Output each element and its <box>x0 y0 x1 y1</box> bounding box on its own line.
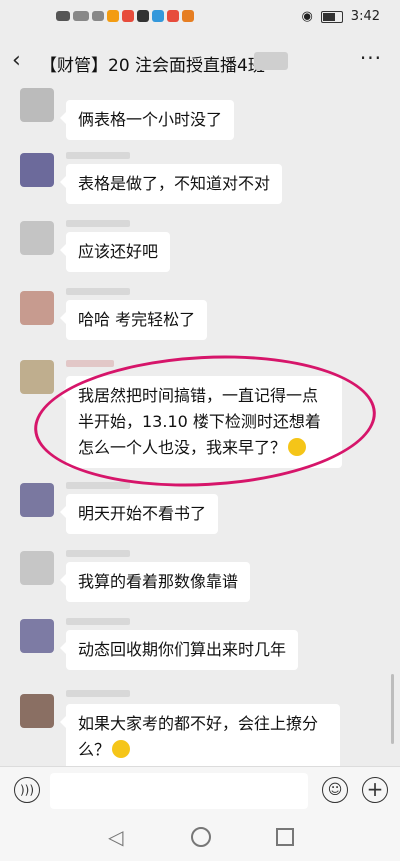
message-bubble[interactable]: 表格是做了，不知道对不对 <box>59 164 283 204</box>
sender-name-blurred <box>66 618 130 625</box>
avatar[interactable] <box>20 619 54 653</box>
status-time: 3:42 <box>350 9 380 24</box>
wifi-icon <box>92 11 104 21</box>
laugh-cry-emoji-icon <box>112 740 131 758</box>
message-bubble[interactable]: 哈哈 考完轻松了 <box>59 300 208 340</box>
message-input[interactable] <box>50 773 308 809</box>
battery-icon <box>320 10 343 23</box>
sender-name-blurred <box>66 152 130 159</box>
message-bubble[interactable]: 我算的看着那数像靠谱 <box>59 562 251 602</box>
laugh-cry-emoji-icon <box>288 438 307 456</box>
chevron-left-icon[interactable]: ‹ <box>12 48 21 73</box>
message-bubble[interactable]: 明天开始不看书了 <box>59 494 219 534</box>
circle-home-icon[interactable] <box>191 827 211 847</box>
avatar[interactable] <box>20 694 54 728</box>
avatar[interactable] <box>20 483 54 517</box>
sender-name-blurred <box>66 482 130 489</box>
sender-name-blurred <box>66 550 130 557</box>
eye-comfort-icon: ◉ <box>301 9 313 24</box>
avatar[interactable] <box>20 153 54 187</box>
status-bar: ◉ 3:42 <box>0 0 400 34</box>
message-bubble[interactable]: 我居然把时间搞错，一直记得一点半开始，13.10 楼下检测时还想着怎么一个人也没… <box>60 376 342 468</box>
message-bubble[interactable]: 俩表格一个小时没了 <box>59 100 235 140</box>
chat-header: ‹ 【财管】20 注会面授直播4班 ··· <box>0 36 400 89</box>
message-input-bar: ))) ☺ + <box>0 766 400 815</box>
weibo-icon <box>182 10 194 22</box>
more-options-button[interactable]: ··· <box>360 46 382 70</box>
square-recents-icon[interactable] <box>276 828 294 846</box>
app-notification-icon <box>152 10 164 22</box>
app-notification-icon <box>137 10 149 22</box>
sender-name-blurred <box>66 220 130 227</box>
message-bubble[interactable]: 动态回收期你们算出来时几年 <box>59 630 299 670</box>
app-notification-icon <box>167 10 179 22</box>
avatar[interactable] <box>20 360 54 394</box>
sender-name-blurred <box>66 690 130 697</box>
blurred-title-suffix <box>254 52 288 70</box>
message-bubble[interactable]: 应该还好吧 <box>59 232 171 272</box>
emoji-icon[interactable]: ☺ <box>322 777 348 803</box>
chat-title: 【财管】20 注会面授直播4班 <box>40 56 265 76</box>
triangle-back-icon[interactable]: ◁ <box>108 825 123 849</box>
system-navigation-bar: ◁ <box>0 815 400 861</box>
signal-icon <box>73 11 89 21</box>
app-notification-icon <box>107 10 119 22</box>
avatar[interactable] <box>20 551 54 585</box>
message-list[interactable]: 俩表格一个小时没了 表格是做了，不知道对不对 应该还好吧 哈哈 考完轻松了 我居… <box>0 88 400 766</box>
hd-icon <box>56 11 70 21</box>
avatar[interactable] <box>20 291 54 325</box>
sender-name-blurred <box>66 288 130 295</box>
avatar[interactable] <box>20 88 54 122</box>
message-bubble[interactable]: 如果大家考的都不好，会往上撩分么？ <box>60 704 340 766</box>
message-text: 我居然把时间搞错，一直记得一点半开始，13.10 楼下检测时还想着怎么一个人也没… <box>78 386 321 457</box>
avatar[interactable] <box>20 221 54 255</box>
voice-input-icon[interactable]: ))) <box>14 777 40 803</box>
status-icons <box>56 10 194 22</box>
sender-name-blurred <box>66 360 114 367</box>
scrollbar[interactable] <box>391 674 394 744</box>
app-notification-icon <box>122 10 134 22</box>
add-icon[interactable]: + <box>362 777 388 803</box>
